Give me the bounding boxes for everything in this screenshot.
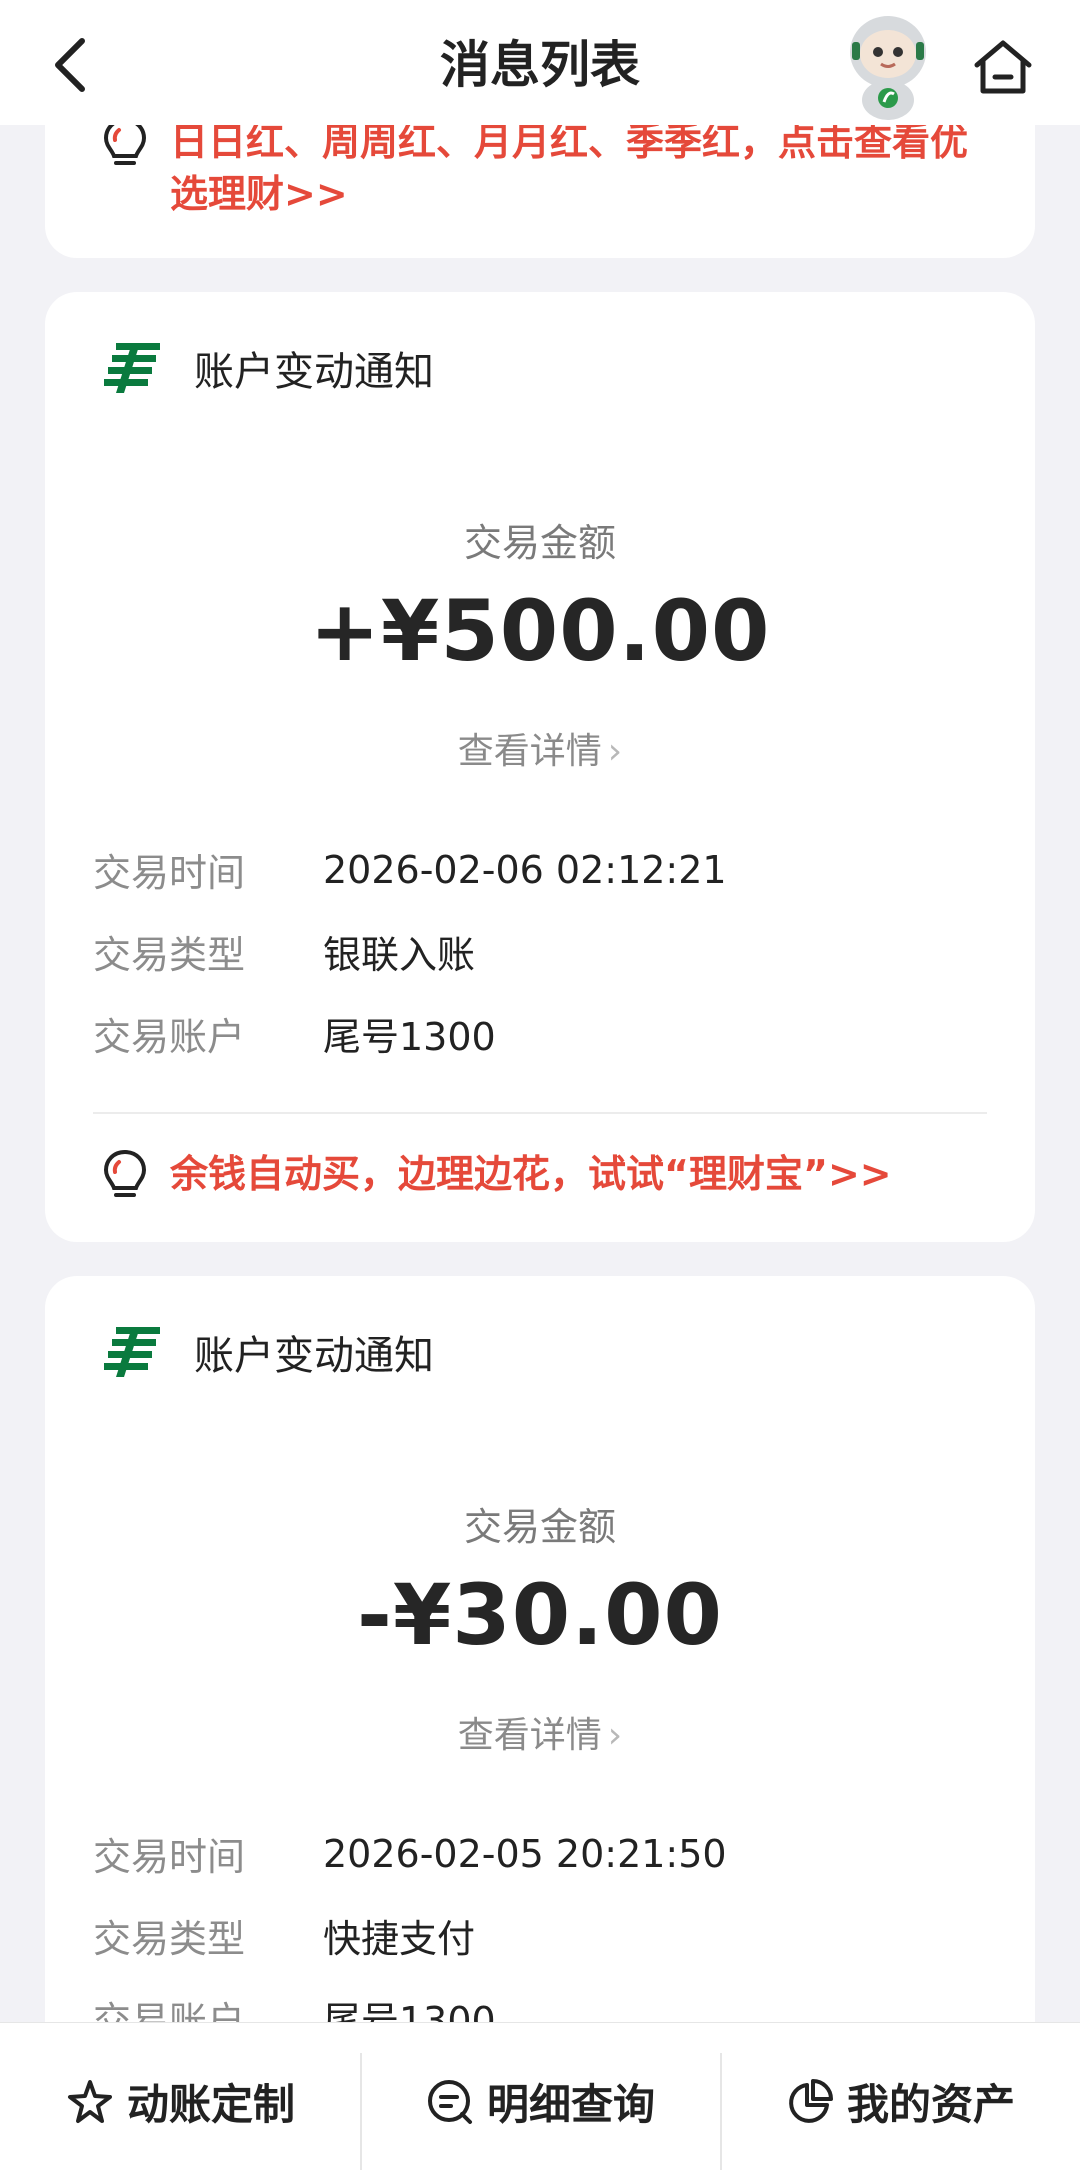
info-value: 尾号1300 [323, 1015, 496, 1059]
home-icon [974, 40, 1032, 94]
info-value: 快捷支付 [323, 1917, 476, 1961]
view-detail-link[interactable]: 查看详情 › [45, 1706, 1035, 1758]
info-label: 交易类型 [93, 933, 246, 977]
postal-bank-logo-icon [104, 1327, 160, 1377]
info-value: 银联入账 [323, 933, 476, 977]
search-detail-icon [427, 2079, 472, 2124]
info-label: 交易时间 [93, 851, 246, 895]
view-detail-label: 查看详情 [457, 731, 602, 772]
info-value: 2026-02-05 20:21:50 [323, 1831, 727, 1876]
amount-value: +¥500.00 [309, 582, 771, 680]
wealth-tip-text: 余钱自动买，边理边花，试试“理财宝”>> [170, 1152, 892, 1196]
info-row-time: 交易时间 2026-02-05 20:21:50 [93, 1826, 727, 1881]
card-header: 账户变动通知 [102, 337, 434, 399]
view-detail-link[interactable]: 查看详情 › [45, 722, 1035, 774]
amount-value: -¥30.00 [356, 1566, 723, 1664]
card-header: 账户变动通知 [102, 1321, 434, 1383]
info-row-type: 交易类型 银联入账 [93, 924, 475, 979]
info-row-type: 交易类型 快捷支付 [93, 1908, 475, 1963]
star-icon [67, 2079, 112, 2123]
amount-label: 交易金额 [463, 1505, 616, 1549]
nav-item-account-alert[interactable]: 动账定制 [0, 2023, 360, 2180]
promo-text: 日日红、周周红、月月红、季季红，点击查看优选理财>> [170, 120, 969, 216]
nav-label: 明细查询 [486, 2080, 655, 2129]
info-label: 交易账户 [93, 1015, 246, 1059]
notification-card: 账户变动通知 交易金额 +¥500.00 查看详情 › 交易时间 2026-02-… [45, 292, 1035, 1242]
pie-chart-icon [789, 2078, 833, 2123]
nav-item-my-assets[interactable]: 我的资产 [720, 2023, 1080, 2180]
chevron-right-icon: › [607, 1715, 623, 1756]
postal-bank-logo-icon [104, 343, 160, 393]
promo-tip[interactable]: 日日红、周周红、月月红、季季红，点击查看优选理财>> [100, 116, 970, 220]
view-detail-label: 查看详情 [457, 1715, 602, 1756]
info-label: 交易时间 [93, 1835, 246, 1879]
info-row-account: 交易账户 尾号1300 [93, 1006, 496, 1061]
divider [93, 1112, 987, 1114]
bottom-nav: 动账定制 明细查询 我的资产 [0, 2022, 1080, 2180]
nav-item-detail-query[interactable]: 明细查询 [360, 2023, 720, 2180]
page: 消息列表 日日红、周周红、月月红、季季红，点击查看优选理财>> 账户变动通知 交… [0, 0, 1080, 2180]
chevron-right-icon: › [607, 731, 623, 772]
wealth-tip[interactable]: 余钱自动买，边理边花，试试“理财宝”>> [100, 1148, 892, 1204]
info-value: 2026-02-06 02:12:21 [323, 847, 727, 892]
top-bar: 消息列表 [0, 0, 1080, 125]
nav-label: 动账定制 [126, 2080, 295, 2129]
robot-mascot-icon[interactable] [838, 12, 938, 120]
card-title: 账户变动通知 [194, 1333, 434, 1379]
home-button[interactable] [966, 30, 1040, 104]
amount-label: 交易金额 [463, 521, 616, 565]
info-row-time: 交易时间 2026-02-06 02:12:21 [93, 842, 727, 897]
nav-label: 我的资产 [846, 2080, 1015, 2129]
lightbulb-icon [103, 1149, 147, 1197]
card-title: 账户变动通知 [194, 349, 434, 395]
info-label: 交易类型 [93, 1917, 246, 1961]
